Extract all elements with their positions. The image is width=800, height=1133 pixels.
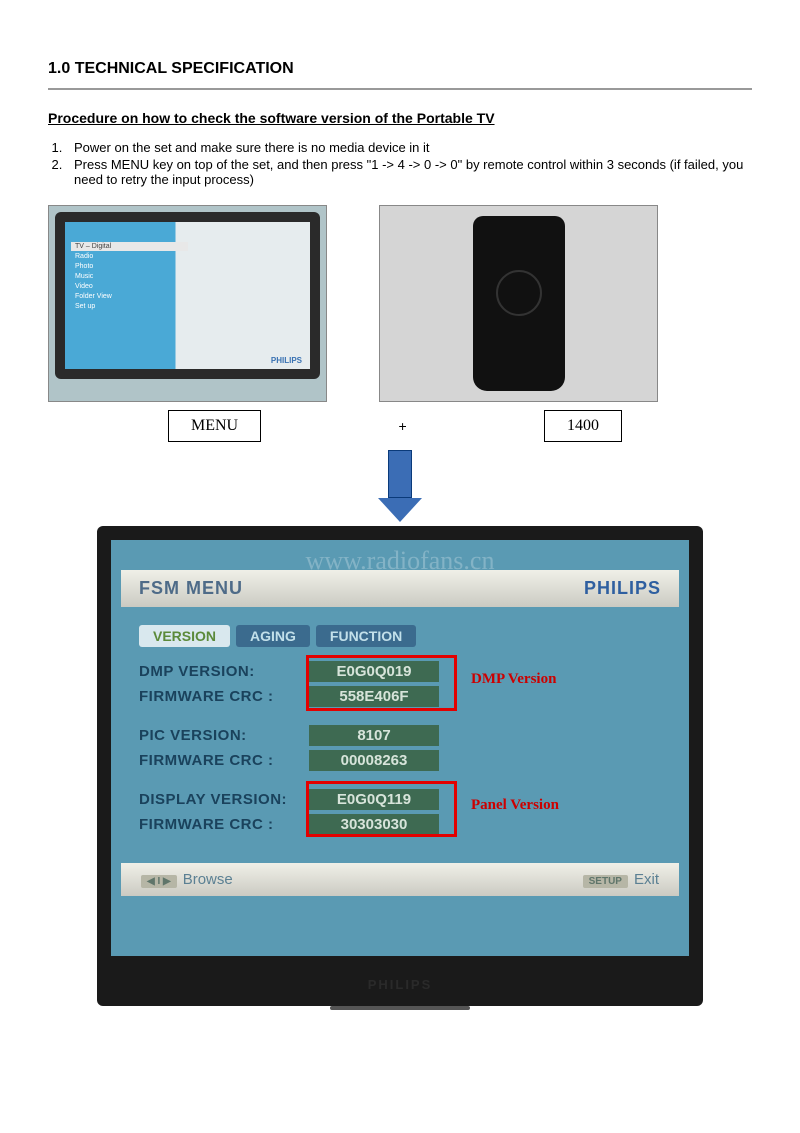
row-value: 00008263 <box>309 750 439 771</box>
tv-stand <box>330 1006 470 1010</box>
highlight-dmp-box <box>306 655 457 711</box>
nav-browse: ◀ I ▶Browse <box>141 871 233 888</box>
tab-version[interactable]: VERSION <box>139 625 230 647</box>
plus-sign: + <box>398 418 406 434</box>
procedure-subtitle: Procedure on how to check the software v… <box>48 110 752 126</box>
annotation-panel: Panel Version <box>471 797 559 814</box>
photo-row: TV – Digital Radio Photo Music Video Fol… <box>48 205 752 402</box>
nav-exit: SETUPExit <box>583 871 659 888</box>
arrow-down-icon <box>48 450 752 522</box>
code-box: 1400 <box>544 410 622 442</box>
fsm-footer: ◀ I ▶Browse SETUPExit <box>121 863 679 896</box>
step-2: Press MENU key on top of the set, and th… <box>66 157 752 187</box>
arrows-icon: ◀ I ▶ <box>141 875 177 888</box>
tv-menu-item: Music <box>71 272 188 281</box>
row-label: FIRMWARE CRC : <box>139 688 309 705</box>
remote-photo <box>379 205 658 402</box>
fsm-screen: www.radiofans.cn FSM MENU PHILIPS VERSIO… <box>111 540 689 956</box>
highlight-panel-box <box>306 781 457 837</box>
annotation-dmp: DMP Version <box>471 671 556 688</box>
tv-menu-item: Radio <box>71 252 188 261</box>
tv-screen: TV – Digital Radio Photo Music Video Fol… <box>65 222 310 369</box>
step-1: Power on the set and make sure there is … <box>66 140 752 155</box>
input-sequence-row: MENU + 1400 <box>48 410 752 442</box>
row-label: FIRMWARE CRC : <box>139 752 309 769</box>
tv-photo: TV – Digital Radio Photo Music Video Fol… <box>48 205 327 402</box>
tv-menu-item: Video <box>71 282 188 291</box>
data-row: FIRMWARE CRC :00008263 <box>139 750 661 771</box>
tv-menu-item: Folder View <box>71 292 188 301</box>
procedure-steps: Power on the set and make sure there is … <box>66 140 752 187</box>
tv-menu-item: TV – Digital <box>71 242 188 251</box>
row-label: DISPLAY VERSION: <box>139 791 309 808</box>
section-title: 1.0 TECHNICAL SPECIFICATION <box>48 60 752 78</box>
row-label: FIRMWARE CRC : <box>139 816 309 833</box>
tv-frame-brand: PHILIPS <box>368 977 433 992</box>
tab-aging[interactable]: AGING <box>236 625 310 647</box>
horizontal-rule <box>48 88 752 90</box>
fsm-title: FSM MENU <box>139 578 243 599</box>
row-label: DMP VERSION: <box>139 663 309 680</box>
setup-button-icon: SETUP <box>583 875 628 888</box>
fsm-body: VERSION AGING FUNCTION DMP VERSION:E0G0Q… <box>121 613 679 857</box>
tv-menu-item: Photo <box>71 262 188 271</box>
tv-brand-logo: PHILIPS <box>271 356 302 365</box>
watermark: www.radiofans.cn <box>306 546 495 576</box>
tab-function[interactable]: FUNCTION <box>316 625 416 647</box>
document-page: 1.0 TECHNICAL SPECIFICATION Procedure on… <box>0 0 800 1133</box>
menu-box: MENU <box>168 410 261 442</box>
fsm-tv-photo: www.radiofans.cn FSM MENU PHILIPS VERSIO… <box>97 526 703 1006</box>
tv-menu-item: Set up <box>71 302 188 311</box>
tv-frame: TV – Digital Radio Photo Music Video Fol… <box>55 212 320 379</box>
fsm-tabs: VERSION AGING FUNCTION <box>139 625 661 647</box>
remote-control <box>473 216 565 391</box>
tv-small-menu: TV – Digital Radio Photo Music Video Fol… <box>71 242 188 312</box>
row-label: PIC VERSION: <box>139 727 309 744</box>
row-value: 8107 <box>309 725 439 746</box>
data-row: PIC VERSION:8107 <box>139 725 661 746</box>
philips-logo: PHILIPS <box>584 578 661 599</box>
